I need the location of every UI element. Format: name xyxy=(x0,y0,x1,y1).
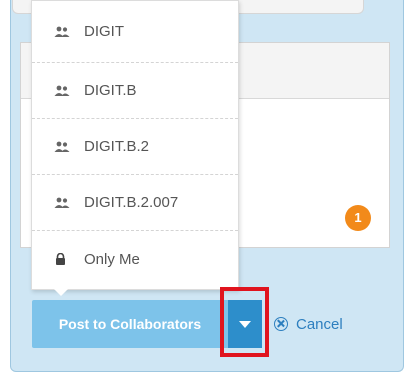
menu-item-digit[interactable]: DIGIT xyxy=(32,1,238,63)
menu-item-only-me[interactable]: Only Me xyxy=(32,231,238,287)
visibility-dropdown-menu: DIGIT DIGIT.B DIGIT.B.2 DIGIT.B.2.007 On… xyxy=(31,0,239,296)
menu-item-label: Only Me xyxy=(84,250,140,268)
post-to-collaborators-button[interactable]: Post to Collaborators xyxy=(32,300,228,348)
menu-item-label: DIGIT.B.2 xyxy=(84,138,150,155)
menu-item-digit-b[interactable]: DIGIT.B xyxy=(32,63,238,119)
visibility-dropdown-toggle[interactable] xyxy=(228,300,262,348)
caret-down-icon xyxy=(239,320,251,328)
menu-item-label: DIGIT.B xyxy=(84,82,137,99)
menu-item-digit-b-2[interactable]: DIGIT.B.2 xyxy=(32,119,238,175)
group-icon xyxy=(54,141,70,153)
close-circle-icon xyxy=(274,317,288,331)
group-icon xyxy=(54,197,70,209)
cancel-label: Cancel xyxy=(296,315,343,333)
lock-icon xyxy=(54,253,70,265)
group-icon xyxy=(54,26,70,38)
menu-item-digit-b-2-007[interactable]: DIGIT.B.2.007 xyxy=(32,175,238,231)
menu-item-label: DIGIT xyxy=(84,23,124,40)
menu-item-label: DIGIT.B.2.007 xyxy=(84,194,179,211)
cancel-link[interactable]: Cancel xyxy=(274,314,343,334)
notification-badge: 1 xyxy=(345,205,371,231)
group-icon xyxy=(54,85,70,97)
